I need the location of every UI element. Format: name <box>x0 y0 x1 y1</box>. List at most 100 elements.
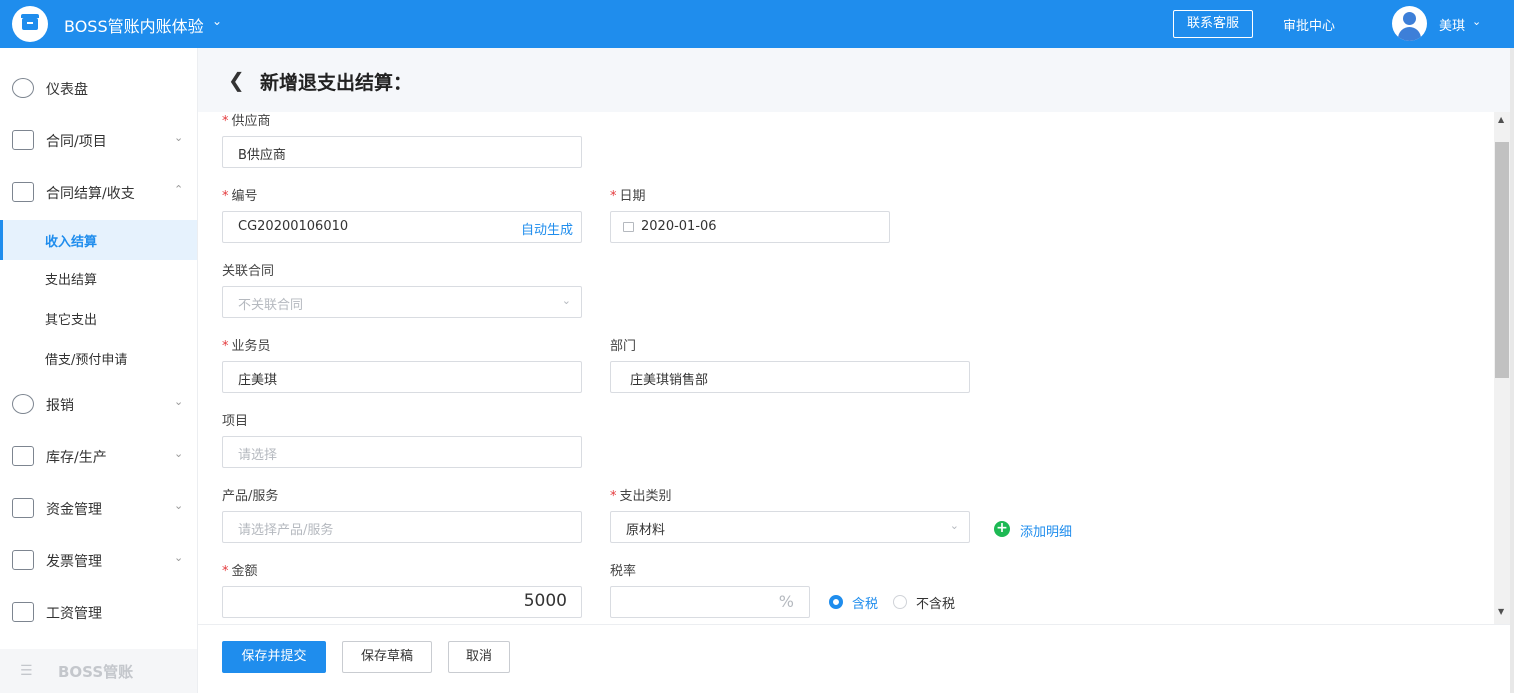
sidebar-item-label: 发票管理 <box>46 554 102 570</box>
project-placeholder: 请选择 <box>238 448 278 463</box>
product-placeholder: 请选择产品/服务 <box>238 523 334 538</box>
save-draft-button[interactable]: 保存草稿 <box>342 641 432 673</box>
contract-label: 关联合同 <box>222 264 275 279</box>
save-submit-button[interactable]: 保存并提交 <box>222 641 326 673</box>
page-header: ❮ 新增退支出结算： <box>198 48 1510 112</box>
user-menu-chevron-icon[interactable]: ⌄ <box>1472 15 1481 28</box>
fund-icon <box>12 498 34 518</box>
sidebar-item-dashboard[interactable]: 仪表盘 <box>0 68 197 108</box>
sidebar-item-settlement[interactable]: 合同结算/收支 ⌃ <box>0 172 197 212</box>
user-avatar[interactable] <box>1392 6 1427 41</box>
sidebar-item-reimburse[interactable]: 报销 ⌄ <box>0 384 197 424</box>
sidebar-subitem-label: 收入结算 <box>45 235 98 250</box>
sidebar-item-funds[interactable]: 资金管理 ⌄ <box>0 488 197 528</box>
salesman-field[interactable]: 庄美琪 <box>222 361 582 393</box>
date-label: * 日期 <box>610 189 646 204</box>
settlement-form: * 供应商 B供应商 * 编号 CG20200106010 自动生成 * 日期 202… <box>198 112 1494 624</box>
contract-select[interactable]: 不关联合同 ⌄ <box>222 286 582 318</box>
supplier-value: B供应商 <box>238 148 286 163</box>
invoice-icon <box>12 550 34 570</box>
tax-excluded-label: 不含税 <box>916 597 956 612</box>
calendar-icon <box>623 222 634 232</box>
plus-circle-icon: + <box>994 521 1010 537</box>
sidebar-item-label: 库存/生产 <box>46 450 107 466</box>
number-label: * 编号 <box>222 189 258 204</box>
product-field[interactable]: 请选择产品/服务 <box>222 511 582 543</box>
project-field[interactable]: 请选择 <box>222 436 582 468</box>
amount-field[interactable]: 5000 <box>222 586 582 618</box>
sidebar-subitem-other-expense[interactable]: 其它支出 <box>0 298 197 338</box>
sidebar-item-label: 仪表盘 <box>46 82 88 98</box>
scroll-down-arrow-icon[interactable]: ▼ <box>1498 607 1504 616</box>
tax-rate-label: 税率 <box>610 564 637 579</box>
sidebar-item-invoice[interactable]: 发票管理 ⌄ <box>0 540 197 580</box>
sidebar: 仪表盘 合同/项目 ⌄ 合同结算/收支 ⌃ 收入结算 支出结算 其它支出 借支/… <box>0 48 198 693</box>
chevron-down-icon: ⌄ <box>561 294 571 307</box>
department-value: 庄美琪销售部 <box>630 373 709 388</box>
app-title[interactable]: BOSS管账内账体验 <box>64 13 204 37</box>
chevron-down-icon: ⌄ <box>174 395 184 408</box>
date-field[interactable]: 2020-01-06 <box>610 211 890 243</box>
date-value: 2020-01-06 <box>641 219 717 234</box>
scroll-thumb[interactable] <box>1495 142 1509 378</box>
user-name[interactable]: 美琪 <box>1439 15 1465 34</box>
folder-icon <box>12 130 34 150</box>
chevron-down-icon: ⌄ <box>949 519 959 532</box>
sidebar-subitem-income-settlement[interactable]: 收入结算 <box>0 220 197 260</box>
cancel-button[interactable]: 取消 <box>448 641 510 673</box>
supplier-field[interactable]: B供应商 <box>222 136 582 168</box>
menu-collapse-icon[interactable]: ☰ <box>20 663 33 679</box>
sidebar-footer: ☰ BOSS管账 <box>0 649 197 693</box>
dashboard-icon <box>12 78 34 98</box>
back-arrow-icon[interactable]: ❮ <box>228 68 245 92</box>
expense-type-value: 原材料 <box>626 523 666 538</box>
chevron-down-icon: ⌄ <box>174 447 184 460</box>
form-scrollbar[interactable]: ▲ ▼ <box>1494 112 1510 624</box>
percent-unit: % <box>778 592 794 611</box>
sidebar-item-label: 合同/项目 <box>46 134 107 150</box>
expense-type-select[interactable]: 原材料 ⌄ <box>610 511 970 543</box>
sidebar-footer-brand: BOSS管账 <box>58 663 134 681</box>
expense-type-label: * 支出类别 <box>610 489 672 504</box>
sidebar-item-label: 报销 <box>46 398 74 414</box>
tax-included-label: 含税 <box>852 597 879 612</box>
project-label: 项目 <box>222 414 249 429</box>
sidebar-item-salary[interactable]: 工资管理 <box>0 592 197 632</box>
department-label: 部门 <box>610 339 637 354</box>
sidebar-subitem-label: 支出结算 <box>45 273 98 288</box>
approval-center-link[interactable]: 审批中心 <box>1283 15 1335 34</box>
add-detail-label: 添加明细 <box>1020 525 1073 540</box>
sidebar-subitem-advance[interactable]: 借支/预付申请 <box>0 338 197 378</box>
box-icon <box>12 446 34 466</box>
department-field[interactable]: 庄美琪销售部 <box>610 361 970 393</box>
form-actions: 保存并提交 保存草稿 取消 <box>198 624 1510 693</box>
sidebar-item-contracts[interactable]: 合同/项目 ⌄ <box>0 120 197 160</box>
amount-label: * 金额 <box>222 564 258 579</box>
window-edge <box>1510 48 1514 693</box>
tax-rate-field[interactable]: % <box>610 586 810 618</box>
page-title: 新增退支出结算： <box>260 72 413 94</box>
sidebar-subitem-expense-settlement[interactable]: 支出结算 <box>0 258 197 298</box>
sidebar-item-label: 工资管理 <box>46 606 102 622</box>
radio-selected-icon <box>829 595 843 609</box>
settlement-icon <box>12 182 34 202</box>
sidebar-item-inventory[interactable]: 库存/生产 ⌄ <box>0 436 197 476</box>
chevron-down-icon[interactable]: ⌄ <box>212 14 222 28</box>
reimburse-icon <box>12 394 34 414</box>
chevron-down-icon: ⌄ <box>174 131 184 144</box>
contact-service-button[interactable]: 联系客服 <box>1173 10 1253 38</box>
product-label: 产品/服务 <box>222 489 279 504</box>
sidebar-subitem-label: 其它支出 <box>45 313 98 328</box>
number-field[interactable]: CG20200106010 自动生成 <box>222 211 582 243</box>
supplier-label: * 供应商 <box>222 114 271 129</box>
chevron-down-icon: ⌄ <box>174 551 184 564</box>
salesman-value: 庄美琪 <box>238 373 278 388</box>
number-value: CG20200106010 <box>238 219 349 234</box>
scroll-up-arrow-icon[interactable]: ▲ <box>1498 115 1504 124</box>
top-bar: BOSS管账内账体验 ⌄ 联系客服 审批中心 美琪 ⌄ <box>0 0 1514 48</box>
radio-unselected-icon <box>893 595 907 609</box>
amount-value: 5000 <box>523 591 567 611</box>
chevron-up-icon: ⌃ <box>174 183 184 196</box>
auto-generate-link[interactable]: 自动生成 <box>521 219 573 238</box>
app-logo-icon[interactable] <box>12 6 48 42</box>
